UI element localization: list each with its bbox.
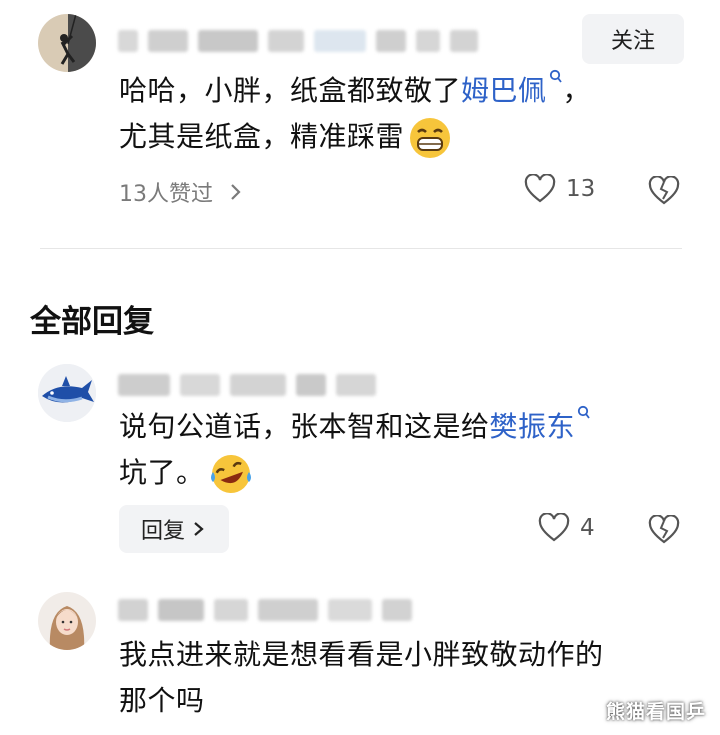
reply-line-1: 说句公道话，张本智和这是给樊振东 xyxy=(119,404,591,450)
reply-line-2: 坑了。 xyxy=(119,450,591,496)
player-link[interactable]: 姆巴佩 xyxy=(461,74,547,107)
divider xyxy=(40,248,682,249)
watermark: 熊猫看国乒 xyxy=(606,701,707,723)
avatar-girl-icon xyxy=(38,592,96,650)
like-control[interactable]: 13 xyxy=(524,174,595,204)
heart-icon[interactable] xyxy=(524,174,556,204)
reply-line-1: 我点进来就是想看看是小胖致敬动作的 xyxy=(119,638,604,671)
broken-heart-icon[interactable] xyxy=(648,176,680,206)
search-icon xyxy=(549,69,562,83)
follow-button[interactable]: 关注 xyxy=(582,14,684,64)
comment-line-1: 哈哈，小胖，纸盒都致敬了姆巴佩， xyxy=(119,68,591,114)
user-avatar[interactable] xyxy=(38,592,96,650)
username-redacted[interactable] xyxy=(118,372,376,398)
comment-body: 哈哈，小胖，纸盒都致敬了姆巴佩， 尤其是纸盒，精准踩雷 xyxy=(119,68,591,160)
reply-button[interactable]: 回复 xyxy=(119,505,229,553)
grin-emoji-icon xyxy=(410,118,451,158)
chevron-right-icon xyxy=(194,522,204,536)
section-title: 全部回复 xyxy=(30,304,154,340)
reply-body: 我点进来就是想看看是小胖致敬动作的 那个吗 xyxy=(119,632,604,724)
username-redacted[interactable] xyxy=(118,28,478,54)
avatar-shark-icon xyxy=(38,364,96,422)
avatar-climber-icon xyxy=(38,14,96,72)
user-avatar[interactable] xyxy=(38,364,96,422)
broken-heart-icon[interactable] xyxy=(648,515,680,545)
laugh-cry-emoji-icon xyxy=(210,455,251,493)
player-link[interactable]: 樊振东 xyxy=(490,410,576,443)
user-avatar[interactable] xyxy=(38,14,96,72)
like-count: 13 xyxy=(566,176,596,202)
reply-line-2: 那个吗 xyxy=(119,684,205,717)
heart-icon[interactable] xyxy=(538,513,570,543)
reply-body: 说句公道话，张本智和这是给樊振东 坑了。 xyxy=(119,404,591,496)
like-control[interactable]: 4 xyxy=(538,513,595,543)
username-redacted[interactable] xyxy=(118,597,412,623)
like-count: 4 xyxy=(580,515,595,541)
comment-line-2: 尤其是纸盒，精准踩雷 xyxy=(119,114,591,160)
search-icon xyxy=(577,405,590,419)
chevron-right-icon xyxy=(231,184,241,200)
liked-by-row[interactable]: 13人赞过 xyxy=(119,176,247,208)
